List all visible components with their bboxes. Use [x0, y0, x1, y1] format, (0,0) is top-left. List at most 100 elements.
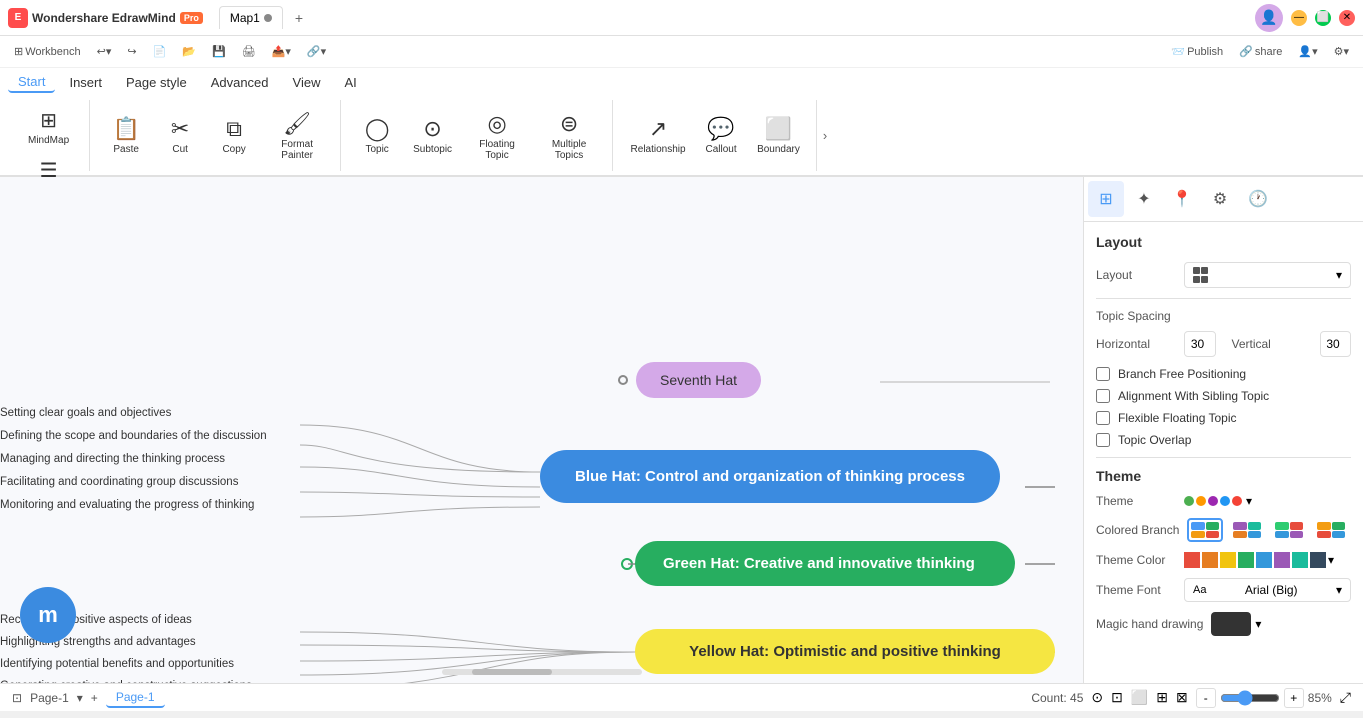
vertical-input[interactable]: ▲ ▼: [1320, 331, 1352, 357]
zoom-out-button[interactable]: -: [1196, 688, 1216, 708]
alignment-sibling-checkbox[interactable]: [1096, 389, 1110, 403]
undo-button[interactable]: ↩▾: [91, 43, 118, 60]
subtopic-icon: ⊙: [423, 116, 441, 142]
zoom-in-button[interactable]: +: [1284, 688, 1304, 708]
relationship-button[interactable]: ↗ Relationship: [623, 112, 693, 159]
fit-screen-button[interactable]: ⤢: [1340, 689, 1351, 706]
tab-view[interactable]: View: [283, 73, 331, 92]
menu-tabs: Start Insert Page style Advanced View AI: [0, 68, 1363, 96]
add-tab-button[interactable]: +: [287, 6, 311, 30]
horizontal-value-input[interactable]: [1185, 333, 1216, 355]
vertical-value-input[interactable]: [1321, 333, 1352, 355]
yellow-hat-node[interactable]: Yellow Hat: Optimistic and positive thin…: [635, 629, 1055, 674]
layout-panel-button[interactable]: ⊞: [1088, 181, 1124, 217]
minimize-button[interactable]: —: [1291, 10, 1307, 26]
publish-button[interactable]: 📨 Publish: [1165, 43, 1229, 60]
floating-topic-button[interactable]: ◎ Floating Topic: [462, 107, 532, 165]
horizontal-input[interactable]: ▲ ▼: [1184, 331, 1216, 357]
tab-ai[interactable]: AI: [334, 73, 366, 92]
seventh-hat-dot: [618, 375, 628, 385]
scroll-indicator[interactable]: [442, 669, 642, 675]
branch-option-3[interactable]: [1271, 518, 1307, 542]
status-icon-2[interactable]: ⊡: [1111, 689, 1123, 706]
account-button[interactable]: 👤▾: [1292, 43, 1323, 60]
color-purple[interactable]: [1274, 552, 1290, 568]
branch-free-checkbox[interactable]: [1096, 367, 1110, 381]
seventh-hat-node[interactable]: Seventh Hat: [636, 362, 761, 398]
ribbon-more-button[interactable]: ›: [819, 100, 831, 171]
topic-button[interactable]: ◯ Topic: [351, 112, 403, 159]
flexible-floating-checkbox[interactable]: [1096, 411, 1110, 425]
paste-button[interactable]: 📋 Paste: [100, 112, 152, 159]
color-palette-dropdown[interactable]: ▾: [1328, 552, 1334, 568]
branch-option-1[interactable]: [1187, 518, 1223, 542]
add-page-button[interactable]: +: [91, 691, 98, 705]
pro-badge: Pro: [180, 12, 203, 24]
status-icon-4[interactable]: ⊞: [1156, 689, 1168, 706]
color-teal[interactable]: [1292, 552, 1308, 568]
clock-panel-button[interactable]: 🕐: [1240, 181, 1276, 217]
redo-button[interactable]: ↪: [121, 43, 142, 60]
workbench-icon: ⊞: [14, 45, 23, 58]
location-panel-button[interactable]: 📍: [1164, 181, 1200, 217]
close-button[interactable]: ✕: [1339, 10, 1355, 26]
new-button[interactable]: 📄: [147, 43, 173, 60]
theme-dropdown-button[interactable]: ▾: [1246, 494, 1252, 508]
window-controls: 👤 — ⬜ ✕: [1255, 4, 1355, 32]
status-icon-5[interactable]: ⊠: [1176, 689, 1188, 706]
open-button[interactable]: 📂: [176, 43, 202, 60]
branch-option-2[interactable]: [1229, 518, 1265, 542]
green-hat-node[interactable]: Green Hat: Creative and innovative think…: [635, 541, 1015, 586]
save-button[interactable]: 💾: [206, 43, 232, 60]
tab-start[interactable]: Start: [8, 72, 55, 93]
active-page-tab[interactable]: Page-1: [106, 688, 165, 708]
blue-hat-node[interactable]: Blue Hat: Control and organization of th…: [540, 450, 1000, 503]
cut-button[interactable]: ✂ Cut: [154, 112, 206, 159]
tab-insert[interactable]: Insert: [59, 73, 112, 92]
color-blue[interactable]: [1256, 552, 1272, 568]
tab-page-style[interactable]: Page style: [116, 73, 197, 92]
star-panel-button[interactable]: ✦: [1126, 181, 1162, 217]
theme-label: Theme: [1096, 494, 1176, 508]
color-yellow[interactable]: [1220, 552, 1236, 568]
canvas[interactable]: Seventh Hat Setting clear goals and obje…: [0, 177, 1083, 683]
tab-unsaved-dot: [264, 14, 272, 22]
color-green[interactable]: [1238, 552, 1254, 568]
boundary-button[interactable]: ⬜ Boundary: [749, 112, 808, 159]
multiple-topics-button[interactable]: ⊜ Multiple Topics: [534, 107, 604, 165]
magic-drawing-dropdown[interactable]: ▾: [1255, 617, 1261, 631]
subtopic-button[interactable]: ⊙ Subtopic: [405, 112, 460, 159]
color-dark[interactable]: [1310, 552, 1326, 568]
copy-button[interactable]: ⧉ Copy: [208, 112, 260, 159]
user-avatar[interactable]: 👤: [1255, 4, 1283, 32]
theme-font-select[interactable]: Aa Arial (Big) ▾: [1184, 578, 1351, 602]
branch-option-4[interactable]: [1313, 518, 1349, 542]
status-icon-1[interactable]: ⊙: [1091, 689, 1103, 706]
workbench-button[interactable]: ⊞ Workbench: [8, 43, 87, 60]
topic-overlap-checkbox[interactable]: [1096, 433, 1110, 447]
color-orange[interactable]: [1202, 552, 1218, 568]
layout-select[interactable]: ▾: [1184, 262, 1351, 288]
color-red[interactable]: [1184, 552, 1200, 568]
callout-button[interactable]: 💬 Callout: [695, 112, 747, 159]
page-dropdown[interactable]: ▾: [77, 691, 83, 705]
view-mode-section: ⊞ MindMap ☰ Outline ▦ PPT: [8, 100, 90, 171]
magic-drawing-color[interactable]: [1211, 612, 1251, 636]
settings-button[interactable]: ⚙▾: [1328, 43, 1355, 60]
zoom-slider[interactable]: [1220, 690, 1280, 706]
format-painter-button[interactable]: 🖌 Format Painter: [262, 107, 332, 165]
layout-section-title: Layout: [1096, 234, 1351, 250]
settings-panel-button[interactable]: ⚙: [1202, 181, 1238, 217]
active-tab[interactable]: Map1: [219, 6, 283, 29]
tab-advanced[interactable]: Advanced: [201, 73, 279, 92]
mindmap-view-button[interactable]: ⊞ MindMap: [20, 104, 77, 150]
status-icon-3[interactable]: ⬜: [1131, 689, 1148, 706]
print-button[interactable]: 🖨: [236, 43, 262, 60]
cut-icon: ✂: [171, 116, 189, 142]
share-button[interactable]: 🔗 share: [1233, 43, 1288, 60]
export-button[interactable]: 📤▾: [266, 43, 297, 60]
flexible-floating-row: Flexible Floating Topic: [1096, 411, 1351, 425]
main-layout: Seventh Hat Setting clear goals and obje…: [0, 177, 1363, 683]
maximize-button[interactable]: ⬜: [1315, 10, 1331, 26]
share-toolbar-button[interactable]: 🔗▾: [301, 43, 332, 60]
